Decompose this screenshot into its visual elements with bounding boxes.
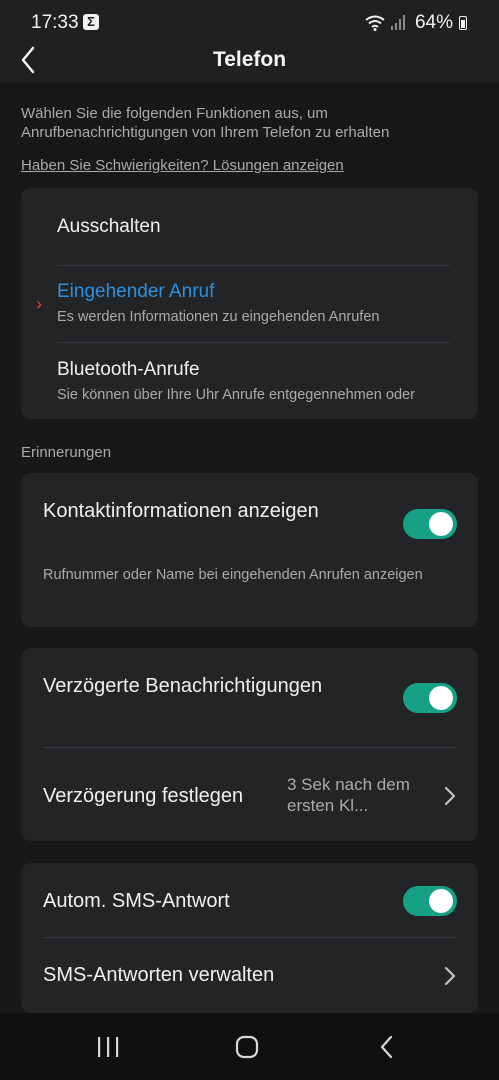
mode-incoming-call-title: Eingehender Anruf xyxy=(57,281,215,302)
contact-info-description: Rufnummer oder Name bei eingehenden Anru… xyxy=(43,567,423,583)
sms-card: Autom. SMS-Antwort SMS-Antworten verwalt… xyxy=(21,863,478,1013)
chevron-right-icon xyxy=(445,967,455,985)
mode-bluetooth-calls-title: Bluetooth-Anrufe xyxy=(57,359,200,380)
divider xyxy=(57,342,450,343)
set-delay-row[interactable]: Verzögerung festlegen 3 Sek nach dem ers… xyxy=(21,748,478,841)
toggle-knob xyxy=(429,512,453,536)
mode-off[interactable]: Ausschalten xyxy=(57,216,462,238)
mode-incoming-call[interactable]: Eingehender Anruf Es werden Informatione… xyxy=(57,281,462,325)
delayed-notifications-title: Verzögerte Benachrichtigungen xyxy=(43,675,323,697)
system-nav-bar xyxy=(0,1013,499,1080)
delayed-notifications-card: Verzögerte Benachrichtigungen Verzögerun… xyxy=(21,648,478,841)
contact-info-title: Kontaktinformationen anzeigen xyxy=(43,500,319,522)
contact-info-card: Kontaktinformationen anzeigen Rufnummer … xyxy=(21,473,478,627)
contact-info-toggle[interactable] xyxy=(403,509,457,539)
status-indicators: 64% xyxy=(365,12,467,34)
auto-sms-reply-label: Autom. SMS-Antwort xyxy=(43,890,230,912)
intro-text: Wählen Sie die folgenden Funktionen aus,… xyxy=(21,105,390,141)
divider xyxy=(57,265,450,266)
app-bar: Telefon xyxy=(0,46,499,82)
mode-off-title: Ausschalten xyxy=(57,216,161,237)
set-delay-value: 3 Sek nach dem ersten Kl... xyxy=(287,775,410,815)
status-time: 17:33 xyxy=(31,12,79,33)
battery-icon xyxy=(459,16,467,30)
recents-icon xyxy=(98,1036,119,1057)
sigma-icon: Σ xyxy=(83,14,99,30)
recents-button[interactable] xyxy=(78,1013,138,1080)
manage-sms-replies-label: SMS-Antworten verwalten xyxy=(43,964,275,986)
mode-bluetooth-calls-subtitle: Sie können über Ihre Uhr Anrufe entgegen… xyxy=(57,387,415,403)
nav-back-icon xyxy=(380,1035,393,1058)
battery-percent: 64% xyxy=(414,12,453,33)
mode-incoming-call-subtitle: Es werden Informationen zu eingehenden A… xyxy=(57,309,380,325)
home-button[interactable] xyxy=(217,1013,277,1080)
section-label-reminders: Erinnerungen xyxy=(21,444,112,461)
page-title: Telefon xyxy=(212,48,287,71)
selected-marker: › xyxy=(36,294,42,314)
nav-back-button[interactable] xyxy=(357,1013,417,1080)
wifi-icon xyxy=(365,15,385,31)
manage-sms-replies-row[interactable]: SMS-Antworten verwalten xyxy=(21,938,478,1013)
help-link[interactable]: Haben Sie Schwierigkeiten? Lösungen anze… xyxy=(21,157,344,174)
delayed-notifications-toggle[interactable] xyxy=(403,683,457,713)
call-mode-card: Ausschalten › Eingehender Anruf Es werde… xyxy=(21,188,478,419)
mode-bluetooth-calls[interactable]: Bluetooth-Anrufe Sie können über Ihre Uh… xyxy=(57,359,462,403)
toggle-knob xyxy=(429,889,453,913)
auto-sms-reply-toggle[interactable] xyxy=(403,886,457,916)
chevron-right-icon xyxy=(445,787,455,805)
status-bar: 17:33 Σ 64% xyxy=(0,0,499,46)
set-delay-label: Verzögerung festlegen xyxy=(43,785,244,807)
signal-icon xyxy=(390,15,405,30)
toggle-knob xyxy=(429,686,453,710)
home-icon xyxy=(235,1035,259,1058)
